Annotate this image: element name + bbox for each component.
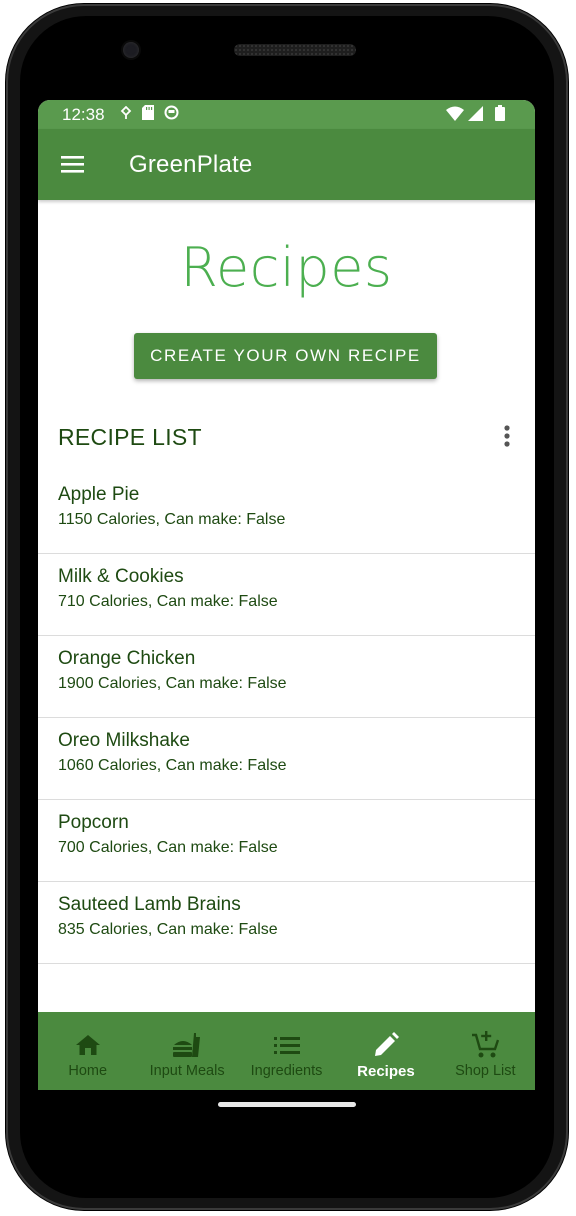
add-shopping-cart-icon: [471, 1031, 500, 1059]
recipe-name: Orange Chicken: [58, 648, 196, 669]
earpiece-speaker: [234, 44, 356, 56]
recipe-detail: 835 Calories, Can make: False: [58, 921, 278, 938]
nav-item-recipes[interactable]: Recipes: [336, 1012, 435, 1090]
recipe-item[interactable]: Popcorn 700 Calories, Can make: False: [38, 800, 535, 882]
nav-label: Shop List: [455, 1063, 516, 1079]
status-system-icons: [446, 105, 505, 126]
recipe-name: Sauteed Lamb Brains: [58, 894, 241, 915]
create-recipe-button[interactable]: CREATE YOUR OWN RECIPE: [134, 333, 437, 379]
list-icon: [273, 1031, 301, 1059]
nav-item-shop-list[interactable]: Shop List: [436, 1012, 535, 1090]
cell-signal-icon: [468, 105, 483, 126]
location-notification-icon: [120, 105, 132, 125]
recipe-name: Apple Pie: [58, 484, 140, 505]
bottom-navigation: Home Input Meals Ingredients Recipes Sho…: [38, 1012, 535, 1090]
nav-item-input-meals[interactable]: Input Meals: [137, 1012, 236, 1090]
app-bar: GreenPlate: [38, 129, 535, 200]
screen: 12:38 GreenPlate Recipes CREATE YOUR OWN…: [38, 100, 535, 1090]
battery-icon: [495, 105, 505, 126]
hamburger-menu-icon[interactable]: [60, 152, 86, 176]
recipe-name: Popcorn: [58, 812, 129, 833]
status-notification-icons: [120, 105, 179, 125]
fastfood-icon: [172, 1031, 202, 1059]
page-title: Recipes: [180, 236, 393, 299]
nav-label: Home: [68, 1063, 108, 1079]
recipe-detail: 1900 Calories, Can make: False: [58, 675, 287, 692]
status-bar: 12:38: [38, 100, 535, 129]
recipe-item[interactable]: Milk & Cookies 710 Calories, Can make: F…: [38, 554, 535, 636]
recipe-item[interactable]: Oreo Milkshake 1060 Calories, Can make: …: [38, 718, 535, 800]
nav-item-ingredients[interactable]: Ingredients: [237, 1012, 336, 1090]
app-title: GreenPlate: [129, 151, 253, 178]
recipe-detail: 710 Calories, Can make: False: [58, 593, 278, 610]
recipe-item[interactable]: Sauteed Lamb Brains 835 Calories, Can ma…: [38, 882, 535, 964]
wifi-icon: [446, 106, 464, 126]
recipes-content: Recipes CREATE YOUR OWN RECIPE RECIPE LI…: [38, 200, 535, 1012]
sd-card-icon: [142, 105, 154, 125]
front-camera: [123, 42, 139, 58]
more-vert-icon[interactable]: [497, 424, 517, 450]
recipe-item[interactable]: Orange Chicken 1900 Calories, Can make: …: [38, 636, 535, 718]
nav-label: Recipes: [357, 1063, 415, 1080]
home-icon: [75, 1031, 101, 1059]
nav-label: Input Meals: [149, 1063, 225, 1079]
recipe-list-header: RECIPE LIST: [58, 424, 202, 450]
recipe-list: Apple Pie 1150 Calories, Can make: False…: [38, 472, 535, 964]
sync-circle-icon: [164, 105, 179, 125]
status-time: 12:38: [62, 105, 105, 124]
recipe-name: Oreo Milkshake: [58, 730, 190, 751]
recipe-detail: 1150 Calories, Can make: False: [58, 511, 286, 528]
recipe-detail: 700 Calories, Can make: False: [58, 839, 278, 856]
gesture-home-bar[interactable]: [218, 1102, 356, 1107]
recipe-name: Milk & Cookies: [58, 566, 184, 587]
recipe-item[interactable]: Apple Pie 1150 Calories, Can make: False: [38, 472, 535, 554]
recipe-detail: 1060 Calories, Can make: False: [58, 757, 287, 774]
pencil-icon: [373, 1031, 399, 1059]
nav-label: Ingredients: [250, 1063, 323, 1079]
nav-item-home[interactable]: Home: [38, 1012, 137, 1090]
